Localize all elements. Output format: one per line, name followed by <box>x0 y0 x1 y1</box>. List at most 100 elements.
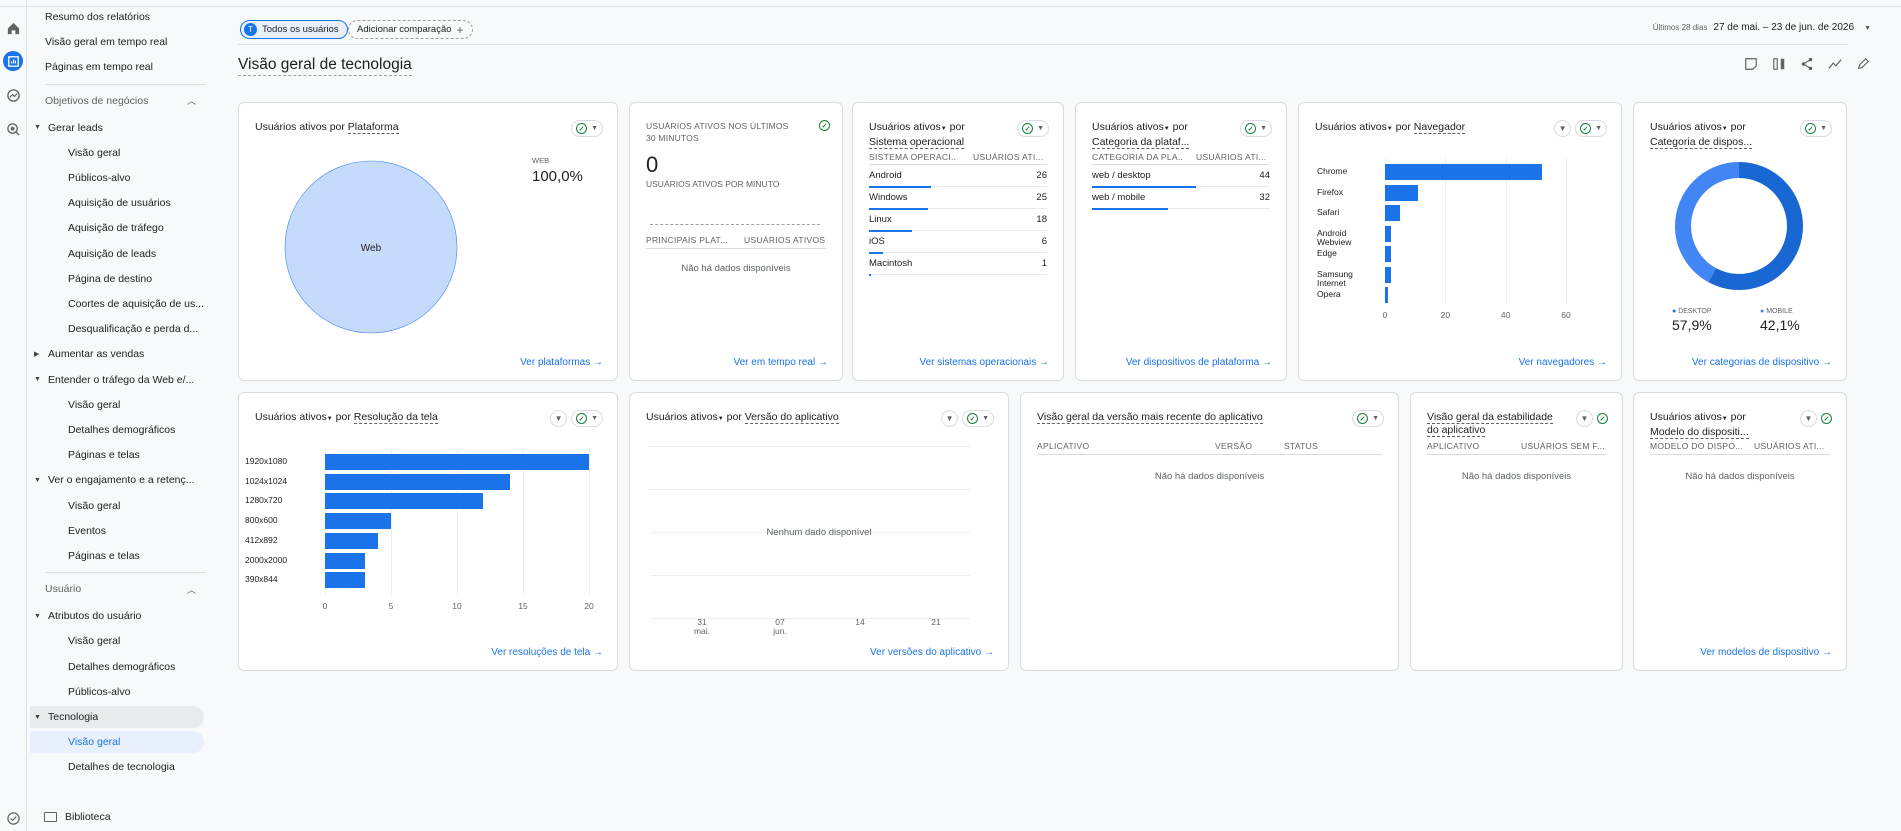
view-browsers-link[interactable]: Ver navegadores → <box>1519 357 1607 368</box>
card-title: Visão geral da versão mais recente do ap… <box>1037 411 1263 424</box>
sidebar-item[interactable]: Visão geral em tempo real <box>30 31 204 53</box>
explore-icon[interactable] <box>3 85 23 105</box>
view-platforms-link[interactable]: Ver plataformas → <box>520 357 603 368</box>
table-divider <box>1037 454 1382 455</box>
sidebar-item[interactable]: Coortes de aquisição de us... <box>30 293 204 315</box>
dimension-selector[interactable]: Modelo do dispositi... <box>1650 426 1749 439</box>
view-resolutions-link[interactable]: Ver resoluções de tela → <box>491 647 603 658</box>
sidebar-item[interactable]: Página de destino <box>30 268 204 290</box>
bar[interactable] <box>325 454 589 470</box>
table-row[interactable]: iOS 6 <box>869 231 1047 253</box>
sidebar-group[interactable]: ▼ Ver o engajamento e a retenç... <box>30 469 204 491</box>
sidebar-group[interactable]: ▼ Tecnologia <box>30 706 204 728</box>
bar[interactable] <box>1385 205 1401 221</box>
sidebar-item[interactable]: Detalhes demográficos <box>30 656 204 678</box>
sidebar-section[interactable]: ︿ Objetivos de negócios <box>30 90 204 112</box>
caret-down-icon: ▼ <box>1260 125 1267 132</box>
sidebar-item[interactable]: Páginas e telas <box>30 545 204 567</box>
insights-icon[interactable] <box>1743 56 1759 72</box>
edit-icon[interactable] <box>1855 56 1871 72</box>
advertising-icon[interactable] <box>3 119 23 139</box>
dimension-selector[interactable]: Sistema operacional <box>869 136 965 149</box>
sidebar-item[interactable]: Detalhes de tecnologia <box>30 756 204 778</box>
col-users: USUÁRIOS ATI... <box>1196 152 1267 162</box>
bar[interactable] <box>325 473 510 490</box>
metric-selector[interactable]: Usuários ativos <box>869 121 941 133</box>
sidebar-group[interactable]: ▼ Gerar leads <box>30 117 204 139</box>
sidebar-item[interactable]: Visão geral <box>30 630 204 652</box>
metric-selector[interactable]: Usuários ativos <box>1092 121 1164 133</box>
sidebar-item-label: Detalhes demográficos <box>68 660 176 673</box>
sidebar-item[interactable]: Aquisição de usuários <box>30 192 204 214</box>
sidebar-section[interactable]: ︿ Usuário <box>30 578 204 600</box>
sidebar-item[interactable]: Páginas em tempo real <box>30 56 204 78</box>
compare-icon[interactable] <box>1771 56 1787 72</box>
bar[interactable] <box>1385 164 1542 180</box>
share-icon[interactable] <box>1799 56 1815 72</box>
view-device-models-link[interactable]: Ver modelos de dispositivo → <box>1700 647 1832 658</box>
sidebar-item[interactable]: Eventos <box>30 520 204 542</box>
date-range-picker[interactable]: Últimos 28 dias 27 de mai. – 23 de jun. d… <box>1653 22 1871 33</box>
status-menu[interactable]: ✓ ▼ <box>1800 120 1832 137</box>
settings-check-icon[interactable] <box>3 808 23 828</box>
view-realtime-link[interactable]: Ver em tempo real → <box>734 357 829 368</box>
sidebar-item-label: Atributos do usuário <box>48 610 142 623</box>
dimension-selector[interactable]: Plataforma <box>347 121 399 134</box>
sidebar-item[interactable]: Visão geral <box>30 142 204 164</box>
bar[interactable] <box>325 552 365 569</box>
sidebar-item[interactable]: Visão geral <box>30 731 204 754</box>
sidebar-item[interactable]: Desqualificação e perda d... <box>30 318 204 340</box>
reports-icon[interactable] <box>3 51 23 71</box>
bar[interactable] <box>325 493 484 510</box>
table-row[interactable]: web / mobile 32 <box>1092 187 1270 209</box>
table-row[interactable]: Android 26 <box>869 165 1047 187</box>
sidebar-item[interactable]: Aquisição de leads <box>30 243 204 265</box>
view-app-versions-link[interactable]: Ver versões do aplicativo → <box>870 647 994 658</box>
library-link[interactable]: Biblioteca <box>44 811 111 823</box>
sidebar-group[interactable]: ▼ Atributos do usuário <box>30 605 204 627</box>
bar[interactable] <box>1385 287 1389 303</box>
bar[interactable] <box>325 513 391 530</box>
bar[interactable] <box>1385 246 1392 262</box>
metric-selector[interactable]: Usuários ativos <box>1650 411 1722 423</box>
dimension-selector[interactable]: Categoria da plataf... <box>1092 136 1190 149</box>
bar[interactable] <box>1385 225 1392 242</box>
sidebar-item[interactable]: Públicos-alvo <box>30 167 204 189</box>
status-menu[interactable]: ✓ ▼ <box>1240 120 1272 137</box>
status-menu[interactable]: ✓ ▼ <box>571 120 603 137</box>
view-os-link[interactable]: Ver sistemas operacionais → <box>919 357 1049 368</box>
row-value: 32 <box>1259 192 1270 203</box>
sidebar-item[interactable]: Páginas e telas <box>30 444 204 466</box>
add-comparison-button[interactable]: Adicionar comparação + <box>348 20 473 39</box>
metric-selector[interactable]: Usuários ativos <box>1650 121 1722 133</box>
sidebar-item-label: Desqualificação e perda d... <box>68 323 199 336</box>
table-row[interactable]: Windows 25 <box>869 187 1047 209</box>
sidebar-item[interactable]: Visão geral <box>30 495 204 517</box>
sidebar-item[interactable]: Detalhes demográficos <box>30 419 204 441</box>
view-device-categories-link[interactable]: Ver categorias de dispositivo → <box>1692 357 1832 368</box>
table-row[interactable]: Macintosh 1 <box>869 253 1047 275</box>
dimension-selector[interactable]: Categoria de dispos... <box>1650 136 1753 149</box>
sidebar-item[interactable]: Resumo dos relatórios <box>30 6 204 28</box>
col-os: SISTEMA OPERACI... <box>869 152 957 162</box>
view-platform-devices-link[interactable]: Ver dispositivos de plataforma → <box>1126 357 1272 368</box>
status-menu[interactable]: ✓ ▼ <box>1017 120 1049 137</box>
status-menu[interactable]: ✓ ▼ <box>1352 410 1384 427</box>
col-users: USUÁRIOS ATI... <box>973 152 1044 162</box>
filter-icon[interactable]: ▼ <box>1800 410 1817 427</box>
sidebar-group[interactable]: ▶ Aumentar as vendas <box>30 343 204 365</box>
bar[interactable] <box>325 532 378 549</box>
table-row[interactable]: Linux 18 <box>869 209 1047 231</box>
sidebar-item[interactable]: Visão geral <box>30 394 204 416</box>
sidebar-group[interactable]: ▼ Entender o tráfego da Web e/... <box>30 369 204 391</box>
sidebar-item[interactable]: Públicos-alvo <box>30 681 204 703</box>
bar[interactable] <box>1385 266 1392 283</box>
filter-icon[interactable]: ▼ <box>1576 410 1593 427</box>
home-icon[interactable] <box>3 18 23 38</box>
all-users-chip[interactable]: T Todos os usuários <box>240 20 348 39</box>
trend-icon[interactable] <box>1827 56 1843 72</box>
table-row[interactable]: web / desktop 44 <box>1092 165 1270 187</box>
bar[interactable] <box>325 572 365 589</box>
sidebar-item[interactable]: Aquisição de tráfego <box>30 217 204 239</box>
bar[interactable] <box>1385 184 1419 201</box>
